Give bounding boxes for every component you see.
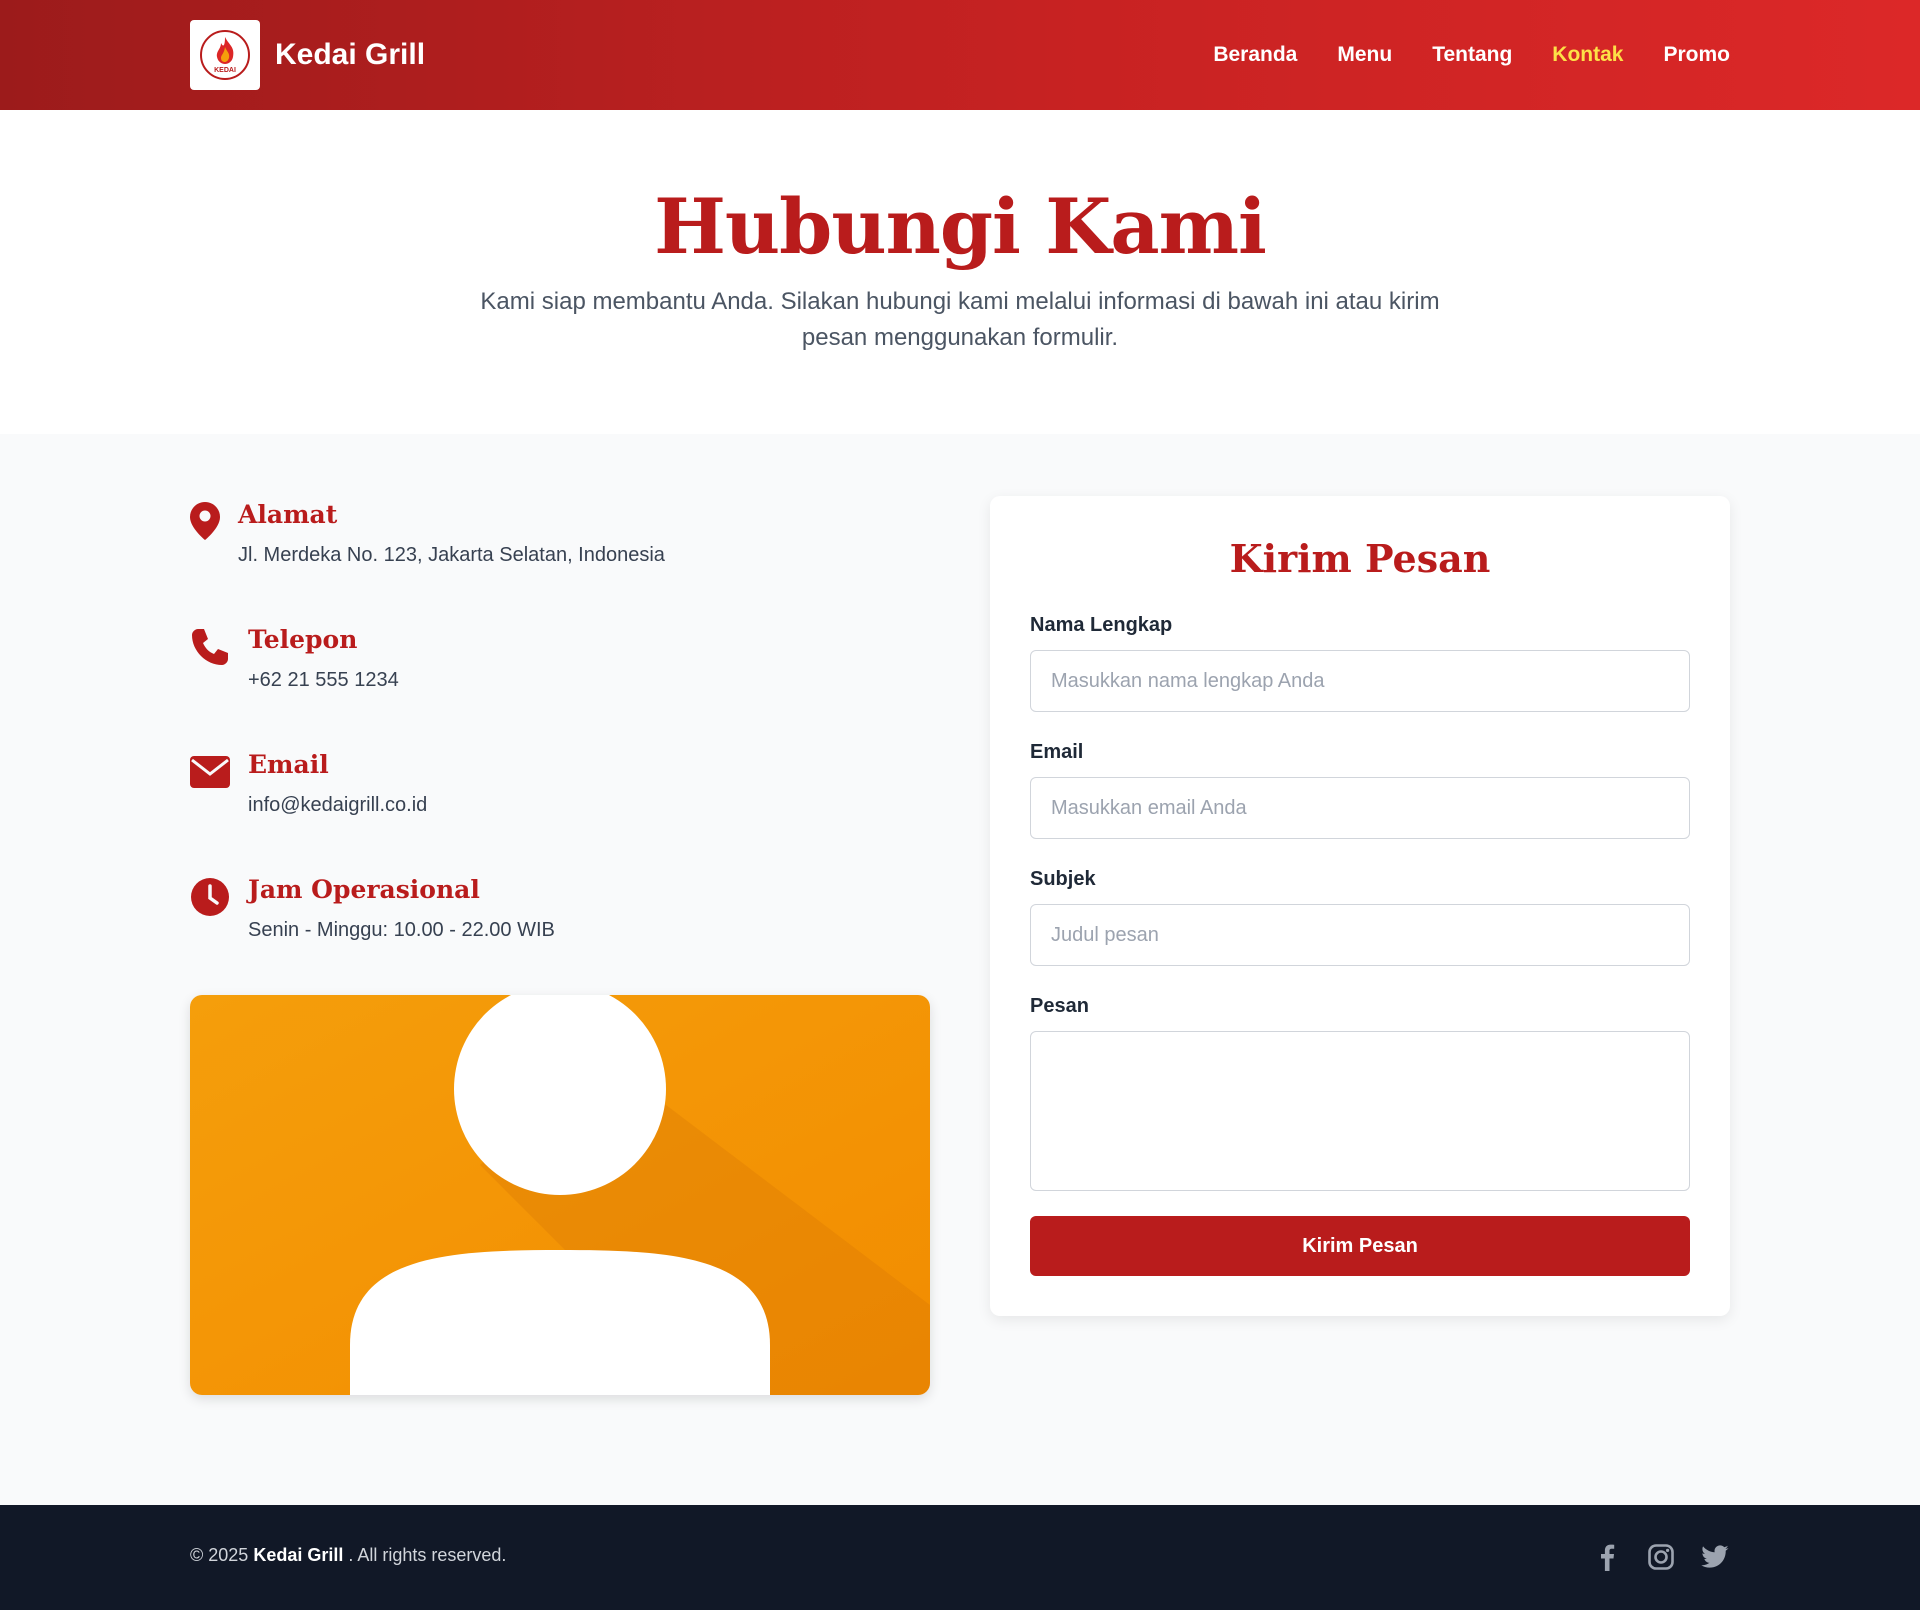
- twitter-icon[interactable]: [1700, 1542, 1730, 1572]
- site-header: KEDAI Kedai Grill Beranda Menu Tentang K…: [0, 0, 1920, 110]
- info-phone-text[interactable]: +62 21 555 1234: [248, 669, 399, 692]
- subject-label: Subjek: [1030, 868, 1096, 890]
- site-footer: © 2025 Kedai Grill . All rights reserved…: [0, 1505, 1920, 1610]
- message-textarea[interactable]: [1030, 1031, 1690, 1191]
- person-placeholder-icon: [190, 995, 930, 1395]
- nav-beranda[interactable]: Beranda: [1213, 43, 1297, 67]
- main-nav: Beranda Menu Tentang Kontak Promo: [1213, 0, 1730, 110]
- nav-promo[interactable]: Promo: [1663, 43, 1730, 67]
- form-title: Kirim Pesan: [1229, 536, 1491, 581]
- submit-button[interactable]: Kirim Pesan: [1030, 1216, 1690, 1276]
- clock-icon: [190, 877, 230, 921]
- page-subtitle: Kami siap membantu Anda. Silakan hubungi…: [480, 288, 1440, 351]
- subject-input[interactable]: [1030, 904, 1690, 966]
- social-links: [1592, 1542, 1730, 1572]
- map-pin-icon: [190, 502, 220, 544]
- email-label: Email: [1030, 741, 1084, 763]
- brand-name[interactable]: Kedai Grill: [275, 38, 425, 72]
- svg-text:KEDAI: KEDAI: [214, 67, 236, 74]
- page-title: Hubungi Kami: [654, 182, 1267, 271]
- logo-flame-icon: KEDAI: [200, 30, 250, 80]
- hero-section: Hubungi Kami Kami siap membantu Anda. Si…: [0, 110, 1920, 434]
- phone-icon: [190, 627, 230, 671]
- location-image: [190, 995, 930, 1395]
- contact-form: Kirim Pesan Nama Lengkap Email Subjek Pe…: [990, 496, 1730, 1316]
- logo[interactable]: KEDAI: [190, 20, 260, 90]
- copyright-year: © 2025: [190, 1545, 249, 1565]
- copyright-brand: Kedai Grill: [253, 1545, 344, 1565]
- nav-tentang[interactable]: Tentang: [1432, 43, 1512, 67]
- info-address-text: Jl. Merdeka No. 123, Jakarta Selatan, In…: [238, 544, 665, 566]
- copyright: © 2025 Kedai Grill . All rights reserved…: [190, 1545, 506, 1566]
- name-label: Nama Lengkap: [1030, 614, 1173, 636]
- email-input[interactable]: [1030, 777, 1690, 839]
- nav-kontak[interactable]: Kontak: [1552, 43, 1623, 67]
- nav-menu[interactable]: Menu: [1337, 43, 1392, 67]
- facebook-icon[interactable]: [1592, 1542, 1622, 1572]
- brand[interactable]: KEDAI Kedai Grill: [190, 20, 425, 90]
- info-email-title: Email: [248, 750, 329, 779]
- envelope-icon: [190, 756, 230, 792]
- copyright-text: . All rights reserved.: [348, 1545, 507, 1565]
- info-hours-title: Jam Operasional: [248, 875, 480, 904]
- message-label: Pesan: [1030, 995, 1089, 1017]
- info-hours-text: Senin - Minggu: 10.00 - 22.00 WIB: [248, 919, 555, 941]
- info-address-title: Alamat: [238, 500, 338, 529]
- info-phone-title: Telepon: [248, 625, 358, 654]
- instagram-icon[interactable]: [1646, 1542, 1676, 1572]
- info-email-text[interactable]: info@kedaigrill.co.id: [248, 794, 427, 817]
- name-input[interactable]: [1030, 650, 1690, 712]
